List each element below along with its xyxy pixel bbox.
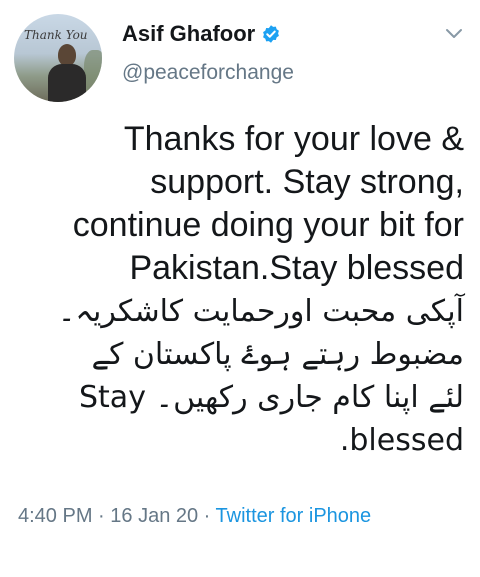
- tweet-time[interactable]: 4:40 PM: [18, 505, 92, 527]
- meta-separator: ·: [92, 505, 111, 527]
- tweet-line: Pakistan.Stay blessed: [129, 249, 464, 287]
- author-name[interactable]: Asif Ghafoor: [122, 20, 255, 48]
- avatar-background-tree: [84, 50, 102, 90]
- verified-badge-icon: [263, 25, 280, 43]
- avatar-person-body: [48, 64, 86, 102]
- tweet-card: Thank You Asif Ghafoor @peaceforchange T…: [0, 0, 480, 577]
- tweet-meta: 4:40 PM · 16 Jan 20 · Twitter for iPhone: [18, 502, 448, 530]
- tweet-line: لئے اپنا کام جاری رکھیں۔ Stay: [79, 380, 464, 415]
- avatar-person-head: [58, 44, 76, 66]
- author-handle[interactable]: @peaceforchange: [122, 60, 294, 86]
- tweet-line: مضبوط رہتے ہوۓ پاکستان کے: [91, 337, 465, 372]
- tweet-source-link[interactable]: Twitter for iPhone: [216, 505, 372, 527]
- chevron-down-icon[interactable]: [445, 28, 463, 40]
- author-name-row[interactable]: Asif Ghafoor: [122, 20, 281, 48]
- avatar[interactable]: Thank You: [14, 14, 102, 102]
- tweet-line: Thanks for your love &: [123, 120, 464, 158]
- meta-separator: ·: [198, 505, 216, 527]
- tweet-line: support. Stay strong,: [150, 163, 464, 201]
- avatar-caption: Thank You: [24, 28, 88, 42]
- tweet-line: آپکی محبت اورحمایت کاشکریہ۔: [57, 294, 464, 329]
- tweet-line: blessed.: [339, 423, 464, 458]
- tweet-text: Thanks for your love & support. Stay str…: [18, 118, 464, 462]
- tweet-line: continue doing your bit for: [72, 206, 464, 244]
- tweet-date[interactable]: 16 Jan 20: [110, 505, 198, 527]
